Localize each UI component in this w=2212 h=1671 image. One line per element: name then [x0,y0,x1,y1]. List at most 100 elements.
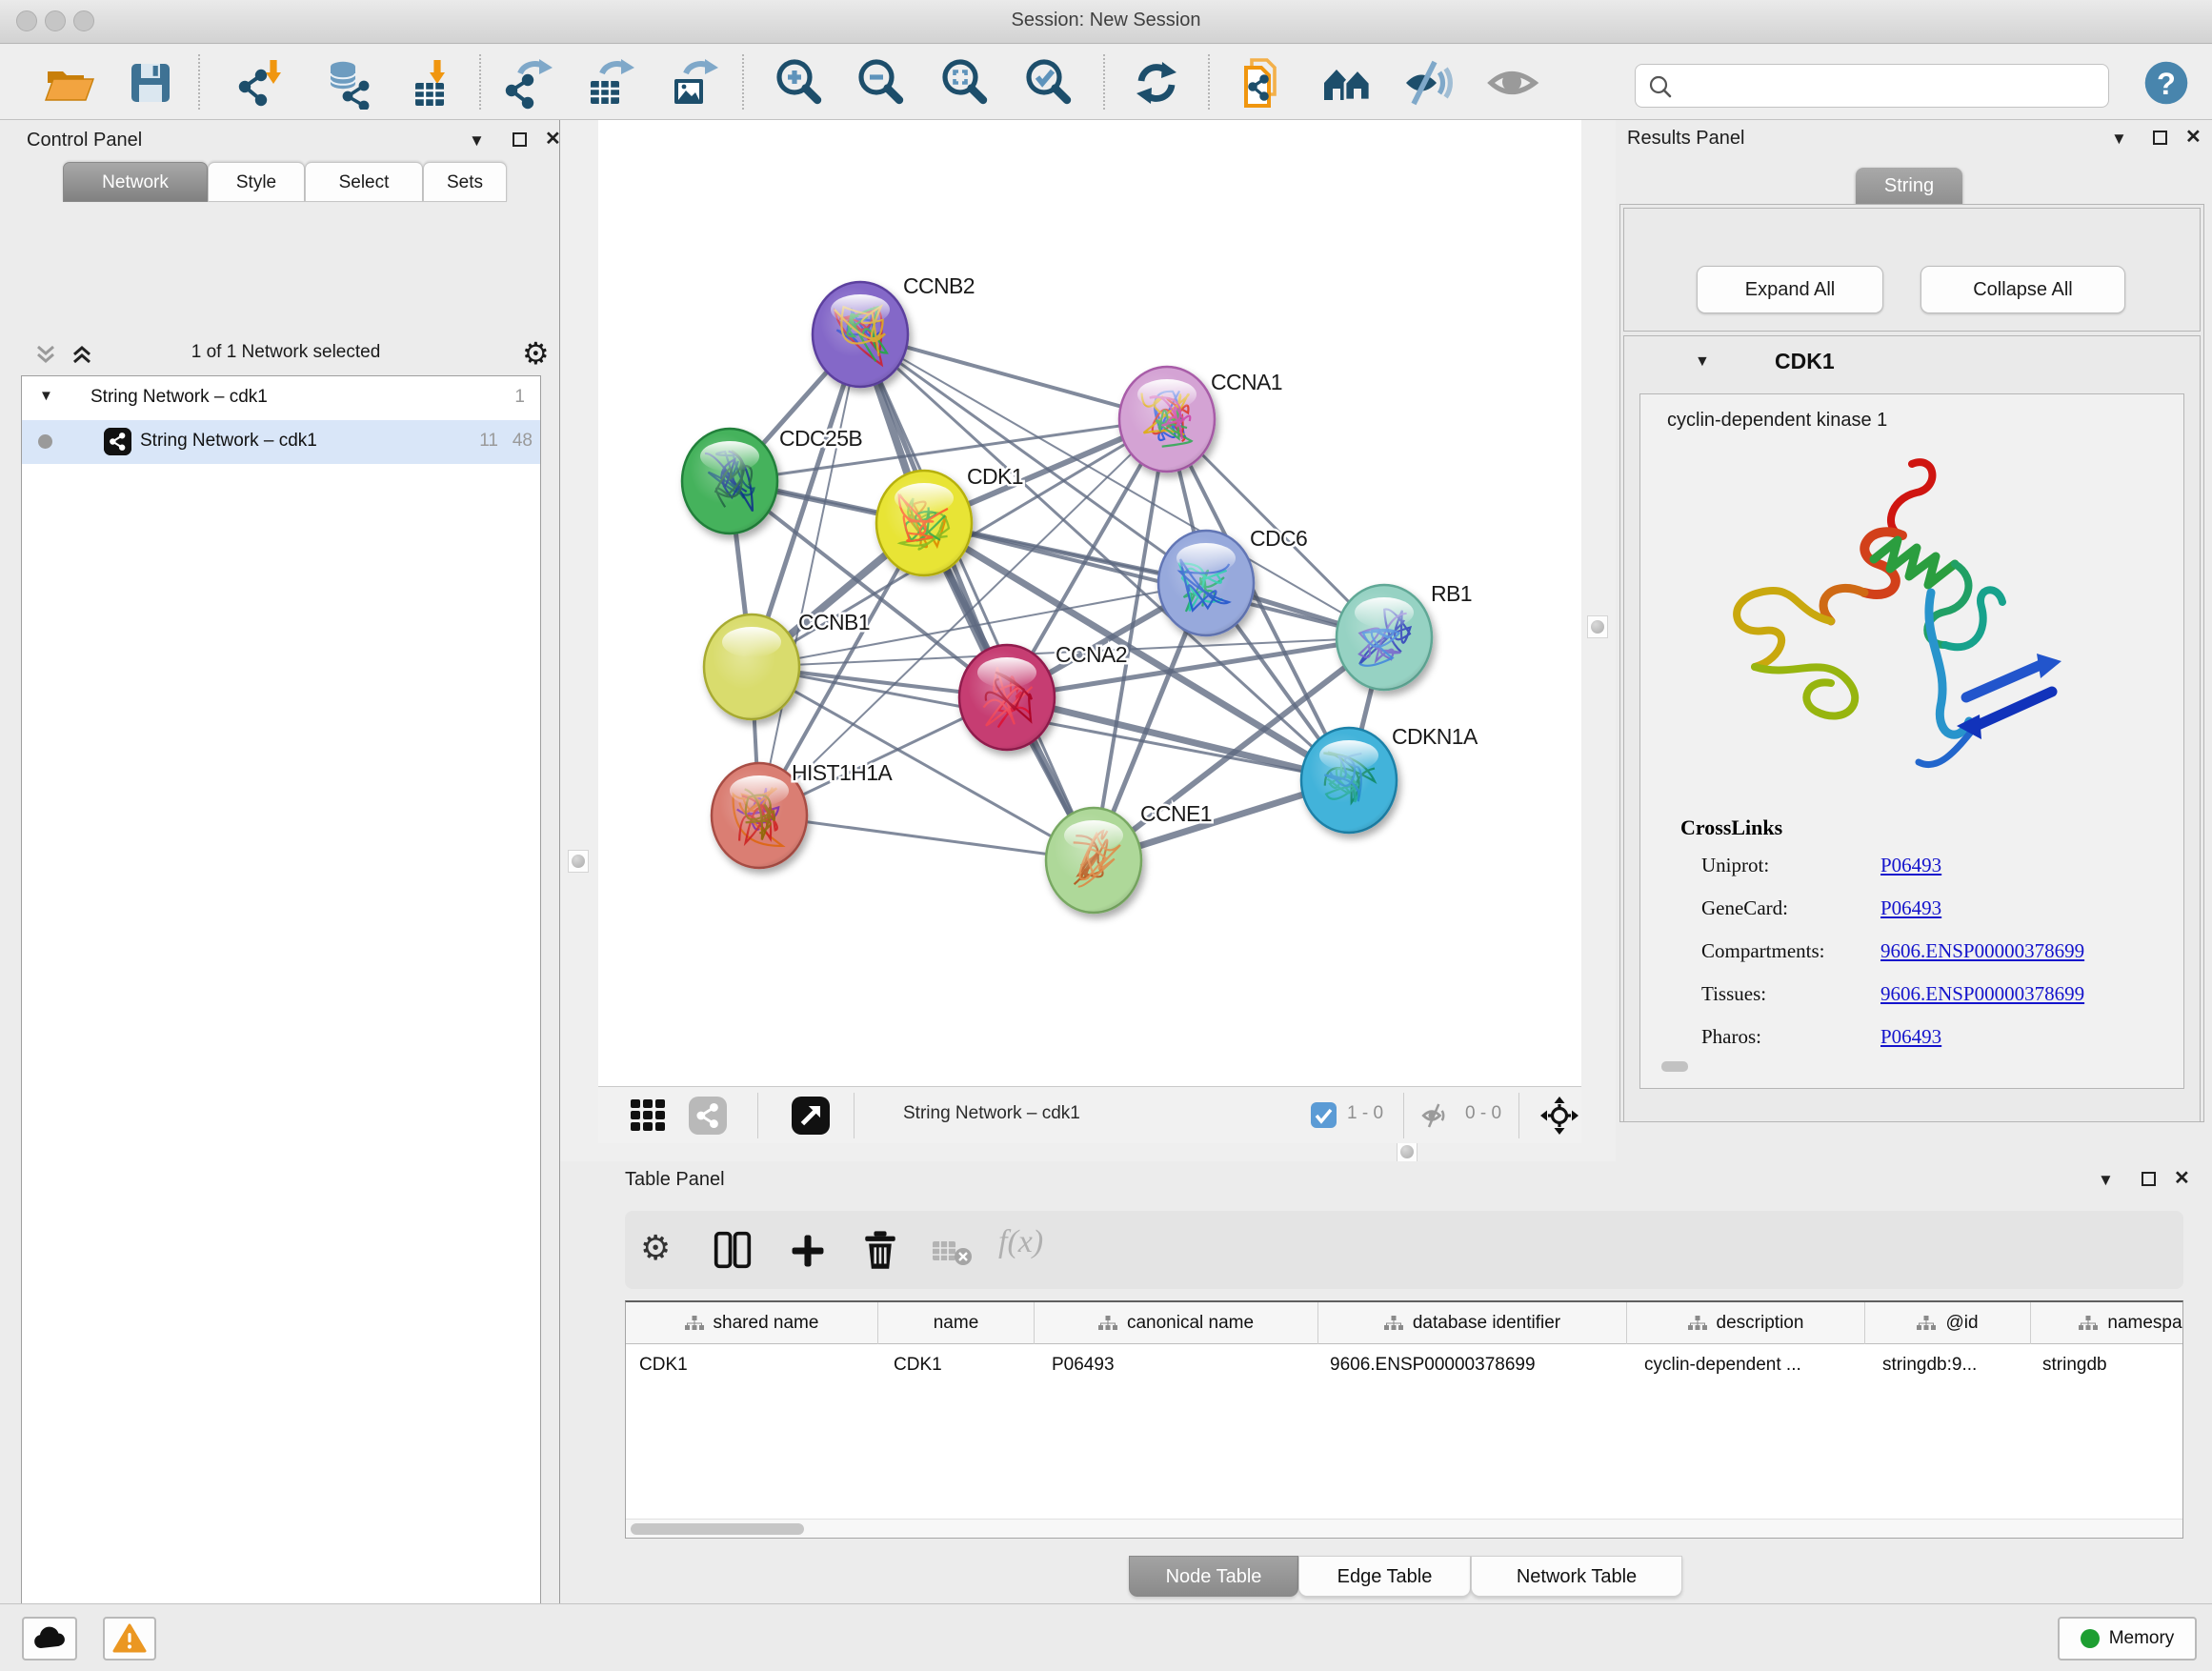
delete-table-icon[interactable] [932,1238,974,1268]
expand-all-button[interactable]: Expand All [1697,266,1883,313]
crosslink-value-link[interactable]: 9606.ENSP00000378699 [1880,939,2084,963]
search-input[interactable] [1678,69,2097,103]
column-header-canonical-name[interactable]: canonical name [1035,1302,1318,1344]
tab-select[interactable]: Select [305,162,423,202]
column-header-name[interactable]: name [878,1302,1035,1344]
eye-slash-icon[interactable] [1402,56,1456,110]
float-panel-icon[interactable]: ▼ [2098,1171,2114,1190]
collection-expander-icon[interactable]: ▼ [39,388,53,404]
tab-network-table[interactable]: Network Table [1471,1556,1682,1597]
node-table[interactable]: shared namenamecanonical namedatabase id… [625,1300,2183,1539]
tab-string[interactable]: String [1856,168,1962,205]
zoom-out-icon[interactable] [855,56,909,110]
string-network-graph[interactable]: CCNB2CCNA1CDC25BCDK1CDC6RB1CCNB1CCNA2CDK… [598,120,1581,1086]
network-node[interactable] [1046,808,1141,913]
network-edge[interactable] [924,523,1384,637]
vertical-splitter[interactable] [1581,120,1616,1161]
tab-style[interactable]: Style [208,162,305,202]
zoom-in-icon[interactable] [774,56,827,110]
crosslink-value-link[interactable]: 9606.ENSP00000378699 [1880,982,2084,1006]
column-header--id[interactable]: @id [1865,1302,2031,1344]
table-cell[interactable]: CDK1 [639,1344,878,1386]
search-field[interactable] [1635,64,2109,108]
help-icon[interactable]: ? [2143,60,2189,106]
crosshair-icon[interactable] [1539,1096,1579,1136]
network-node[interactable] [704,614,799,719]
export-image-icon[interactable] [667,56,720,110]
refresh-arrows-icon[interactable] [1130,56,1183,110]
warnings-button[interactable] [103,1617,156,1661]
gear-icon[interactable]: ⚙ [640,1228,671,1268]
document-network-icon[interactable] [1235,56,1288,110]
open-external-icon[interactable] [792,1097,830,1135]
import-table-icon[interactable] [404,56,457,110]
column-header-database-identifier[interactable]: database identifier [1318,1302,1627,1344]
columns-icon[interactable] [713,1230,753,1270]
float-panel-icon[interactable]: ▼ [469,131,485,151]
network-edge[interactable] [860,334,1094,860]
vertical-splitter[interactable] [560,120,598,1161]
network-view-canvas[interactable]: CCNB2CCNA1CDC25BCDK1CDC6RB1CCNB1CCNA2CDK… [598,120,1581,1086]
horizontal-scrollbar[interactable] [626,1519,2182,1538]
splitter-grip[interactable] [568,850,589,873]
fx-function-icon[interactable]: f(x) [998,1224,1043,1260]
export-table-icon[interactable] [583,56,636,110]
table-cell[interactable]: cyclin-dependent ... [1644,1344,1865,1386]
network-node[interactable] [1158,531,1254,635]
zoom-fit-icon[interactable] [939,56,993,110]
table-cell[interactable]: stringdb:9... [1882,1344,2031,1386]
scrollbar-thumb[interactable] [631,1523,804,1535]
network-node[interactable] [813,282,908,387]
memory-button[interactable]: Memory [2058,1617,2197,1661]
close-panel-icon[interactable]: ✕ [2185,125,2202,149]
section-expander-icon[interactable]: ▼ [1695,353,1710,371]
splitter-grip[interactable] [1587,615,1608,638]
column-header-namespace[interactable]: namespace [2031,1302,2183,1344]
network-collection-row[interactable]: ▼ String Network – cdk1 1 [22,376,540,420]
table-cell[interactable]: stringdb [2042,1344,2183,1386]
splitter-grip[interactable] [1397,1140,1418,1163]
maximize-panel-icon[interactable] [2153,131,2167,145]
save-icon[interactable] [124,56,177,110]
plus-icon[interactable] [789,1232,827,1270]
close-panel-icon[interactable]: ✕ [545,127,561,151]
crosslink-value-link[interactable]: P06493 [1880,854,1941,877]
crosslink-value-link[interactable]: P06493 [1880,896,1941,920]
gear-icon[interactable]: ⚙ [522,335,550,372]
birdseye-grid-icon[interactable] [629,1097,667,1134]
selected-checkbox-icon[interactable] [1311,1102,1337,1128]
float-panel-icon[interactable]: ▼ [2111,130,2127,149]
folder-open-icon[interactable] [42,56,95,110]
network-node[interactable] [959,645,1055,750]
column-header-description[interactable]: description [1627,1302,1865,1344]
table-cell[interactable]: 9606.ENSP00000378699 [1330,1344,1627,1386]
network-row[interactable]: String Network – cdk1 11 48 [22,420,540,464]
zoom-selected-icon[interactable] [1023,56,1076,110]
tab-node-table[interactable]: Node Table [1129,1556,1298,1597]
trash-icon[interactable] [861,1230,899,1270]
share-network-icon[interactable] [689,1097,727,1135]
network-node[interactable] [876,471,972,575]
network-node[interactable] [1337,585,1432,690]
eye-icon[interactable] [1486,56,1539,110]
maximize-panel-icon[interactable] [513,132,527,147]
cloud-button[interactable] [22,1617,77,1661]
maximize-panel-icon[interactable] [2142,1172,2156,1186]
network-edge[interactable] [759,815,1094,860]
table-cell[interactable]: CDK1 [894,1344,1035,1386]
column-header-shared-name[interactable]: shared name [626,1302,878,1344]
mini-scrollbar-thumb[interactable] [1661,1061,1688,1072]
table-cell[interactable]: P06493 [1052,1344,1318,1386]
expand-all-chevron-icon[interactable] [69,343,95,366]
network-edge[interactable] [759,334,860,815]
network-node[interactable] [682,429,777,534]
network-node[interactable] [1119,367,1215,472]
collapse-all-button[interactable]: Collapse All [1920,266,2125,313]
import-network-icon[interactable] [234,56,288,110]
close-panel-icon[interactable]: ✕ [2174,1166,2190,1190]
collapse-all-chevron-icon[interactable] [32,343,59,366]
tab-network[interactable]: Network [63,162,208,202]
network-node[interactable] [1301,728,1397,833]
crosslink-value-link[interactable]: P06493 [1880,1025,1941,1049]
tab-edge-table[interactable]: Edge Table [1298,1556,1471,1597]
